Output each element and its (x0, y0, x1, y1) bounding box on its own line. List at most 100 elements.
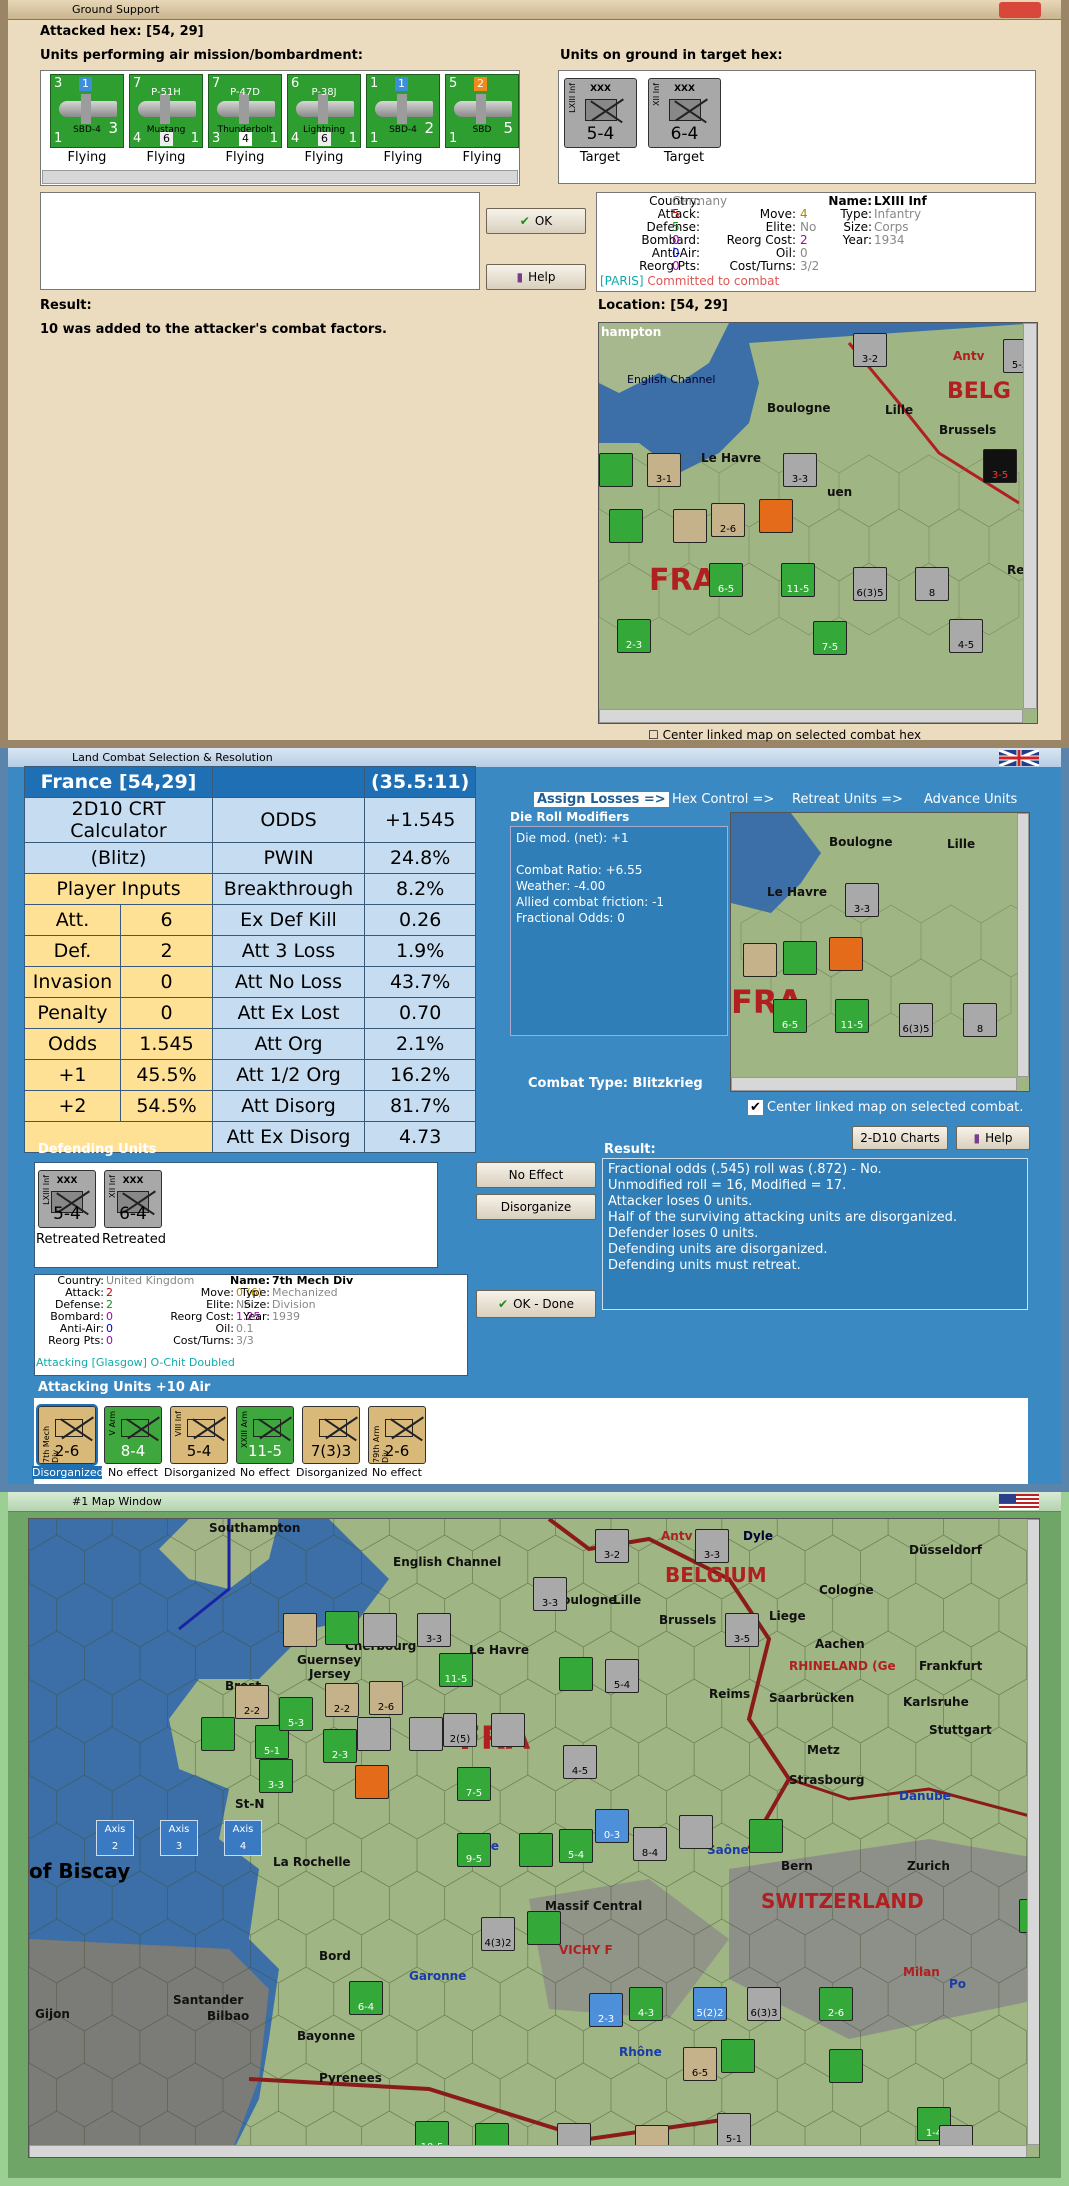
map-unit[interactable]: 8 (963, 1003, 997, 1037)
map-unit-counter[interactable]: 2(5) (443, 1713, 477, 1747)
map-unit[interactable] (743, 943, 777, 977)
map-unit-counter[interactable]: 2-2 (235, 1685, 269, 1719)
map-unit-counter[interactable]: 7-5 (457, 1767, 491, 1801)
air-unit-counter[interactable]: SBD-4 3 1 3 1 (50, 74, 124, 148)
axis-box[interactable]: Axis 4 (224, 1820, 262, 1856)
map-vscroll[interactable] (1017, 813, 1029, 1077)
lc-help-button[interactable]: ▮ Help (956, 1126, 1030, 1150)
air-unit-counter[interactable]: P-38J Lightning 6 4 6 1 (287, 74, 361, 148)
map-unit-counter[interactable]: 3-3 (533, 1577, 567, 1611)
map-unit-counter[interactable]: 8-4 (633, 1827, 667, 1861)
air-unit-counter[interactable]: SBD 5 2 5 1 (445, 74, 519, 148)
ground-unit-counter[interactable]: XII Inf XXX 6-4 (648, 78, 721, 148)
map-unit[interactable] (783, 941, 817, 975)
map-unit-counter[interactable]: 5-1 (717, 2113, 751, 2147)
map-unit-counter[interactable] (325, 1611, 359, 1645)
tab-assign-losses[interactable]: Assign Losses => (534, 792, 669, 807)
map-unit-counter[interactable] (829, 2049, 863, 2083)
map-unit-counter[interactable] (559, 1657, 593, 1691)
map-unit-counter[interactable] (357, 1717, 391, 1751)
map-unit-counter[interactable]: 2-2 (325, 1683, 359, 1717)
map-unit[interactable] (673, 509, 707, 543)
map-unit-counter[interactable]: 3-5 (725, 1613, 759, 1647)
close-button[interactable] (999, 2, 1041, 18)
map-unit[interactable]: 6(3)5 (899, 1003, 933, 1037)
map-unit[interactable]: 7-5 (813, 621, 847, 655)
map-unit[interactable]: 2-3 (617, 619, 651, 653)
map-unit-counter[interactable]: 2-6 (369, 1681, 403, 1715)
map-unit-counter[interactable] (201, 1717, 235, 1751)
ground-support-titlebar[interactable]: Ground Support (8, 0, 1061, 20)
map-unit-counter[interactable]: 5-3 (279, 1697, 313, 1731)
attacking-unit-counter[interactable]: 7th Mech Div 2-6 (36, 1404, 98, 1466)
map-unit-counter[interactable]: 3-3 (695, 1529, 729, 1563)
linked-map-top[interactable]: hampton English Channel Boulogne Lille A… (598, 322, 1038, 724)
map-unit-counter[interactable]: 6-4 (349, 1981, 383, 2015)
air-unit-counter[interactable]: P-47D Thunderbolt 7 3 4 1 (208, 74, 282, 148)
attacking-unit-counter[interactable]: XXIII Arm 11-5 (236, 1406, 294, 1464)
map-hscroll[interactable] (731, 1077, 1017, 1091)
map-unit-counter[interactable] (363, 1613, 397, 1647)
map-unit-counter[interactable]: 3-2 (595, 1529, 629, 1563)
map-unit[interactable]: 4-5 (949, 619, 983, 653)
map-unit-counter[interactable]: 11-5 (439, 1653, 473, 1687)
map-unit-counter[interactable]: 5-4 (559, 1829, 593, 1863)
main-map-vscroll[interactable] (1027, 1519, 1039, 2145)
input-val[interactable]: 0 (120, 997, 213, 1029)
attacking-unit-counter[interactable]: 7(3)3 (302, 1406, 360, 1464)
map-unit-counter[interactable]: 0-3 (595, 1809, 629, 1843)
map-unit-counter[interactable]: 9-5 (457, 1833, 491, 1867)
map-unit-counter[interactable] (721, 2039, 755, 2073)
axis-box[interactable]: Axis 3 (160, 1820, 198, 1856)
ground-unit-counter[interactable]: LXIII Inf XXX 5-4 (564, 78, 637, 148)
map-unit[interactable]: 6-5 (709, 563, 743, 597)
map-unit[interactable]: 3-3 (845, 883, 879, 917)
tab-advance-units[interactable]: Advance Units (924, 792, 1017, 807)
land-combat-titlebar[interactable]: Land Combat Selection & Resolution (8, 748, 1061, 768)
map-unit[interactable]: 3-5 (983, 449, 1017, 483)
combat-marker[interactable] (829, 937, 863, 971)
map-unit-counter[interactable] (491, 1713, 525, 1747)
map-unit-counter[interactable]: 4-5 (563, 1745, 597, 1779)
map-unit-counter[interactable]: 2-3 (589, 1993, 623, 2027)
attacking-unit-counter[interactable]: VIII Inf 5-4 (170, 1406, 228, 1464)
map-unit-counter[interactable]: 3-3 (417, 1613, 451, 1647)
map-vscroll[interactable] (1023, 323, 1037, 709)
map-window-titlebar[interactable]: #1 Map Window (8, 1492, 1061, 1512)
map-unit[interactable]: 3-2 (853, 333, 887, 367)
map-unit[interactable]: 11-5 (781, 563, 815, 597)
tab-hex-control[interactable]: Hex Control => (672, 792, 774, 807)
disorganize-button[interactable]: Disorganize (476, 1194, 596, 1220)
center-map-checkbox[interactable]: ☐ Center linked map on selected combat h… (648, 728, 921, 742)
map-unit-counter[interactable]: 4(3)2 (481, 1917, 515, 1951)
map-unit[interactable] (609, 509, 643, 543)
tab-retreat-units[interactable]: Retreat Units => (792, 792, 903, 807)
ground-unit-counter[interactable]: XII Inf XXX 6-4 (104, 1170, 162, 1228)
charts-button[interactable]: 2-D10 Charts (852, 1126, 948, 1150)
map-unit[interactable]: 3-3 (783, 453, 817, 487)
map-unit[interactable]: 6-5 (773, 999, 807, 1033)
map-unit-counter[interactable]: 6(3)3 (747, 1987, 781, 2021)
map-unit-counter[interactable] (679, 1815, 713, 1849)
center-combat-checkbox[interactable]: ✔ Center linked map on selected combat. (748, 1100, 1023, 1116)
ok-done-button[interactable]: ✔ OK - Done (476, 1290, 596, 1318)
combat-explosion-marker[interactable] (355, 1765, 389, 1799)
map-unit[interactable] (599, 453, 633, 487)
map-unit[interactable]: 8 (915, 567, 949, 601)
ok-button[interactable]: ✔ OK (486, 208, 586, 234)
map-unit-counter[interactable]: 3-3 (259, 1759, 293, 1793)
map-unit-counter[interactable] (283, 1613, 317, 1647)
no-effect-button[interactable]: No Effect (476, 1162, 596, 1188)
combat-marker[interactable] (759, 499, 793, 533)
map-unit-counter[interactable] (519, 1833, 553, 1867)
input-val[interactable]: 0 (120, 966, 213, 998)
attacking-unit-counter[interactable]: 79th Arm Div 2-6 (368, 1406, 426, 1464)
map-unit-counter[interactable] (749, 1819, 783, 1853)
map-unit-counter[interactable]: 5(2)2 (693, 1987, 727, 2021)
map-unit-counter[interactable]: 2-6 (819, 1987, 853, 2021)
air-unit-counter[interactable]: SBD-4 1 1 2 1 (366, 74, 440, 148)
map-unit-counter[interactable]: 6-5 (683, 2047, 717, 2081)
map-unit[interactable]: 6(3)5 (853, 567, 887, 601)
map-unit-counter[interactable] (527, 1911, 561, 1945)
air-units-scrollbar[interactable] (42, 170, 518, 184)
